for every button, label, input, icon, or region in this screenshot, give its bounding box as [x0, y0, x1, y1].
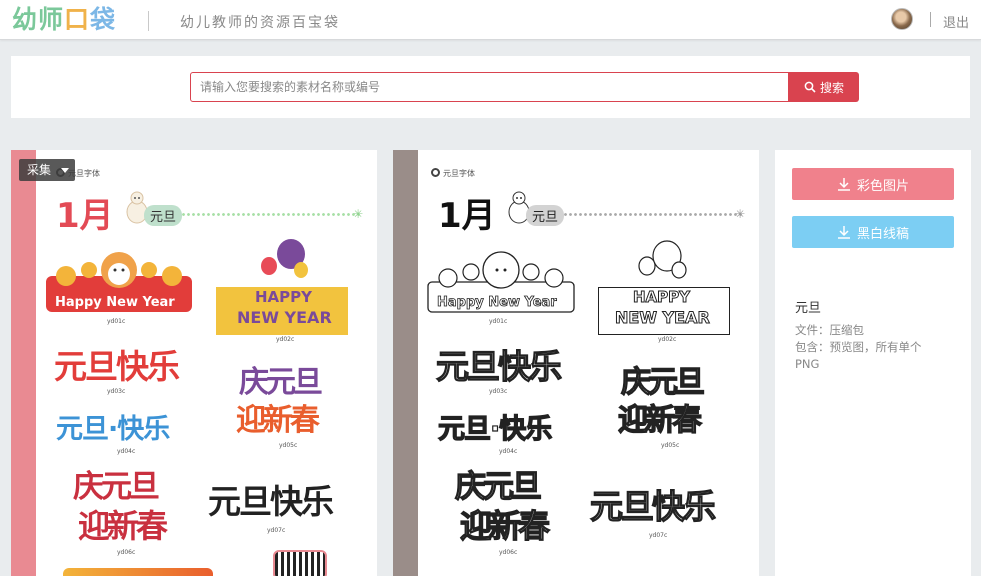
- chevron-down-icon: [61, 168, 69, 173]
- line-qing-yuandan-2-sticker: 庆元旦: [454, 469, 542, 505]
- line-yuandan-chip: 元旦: [526, 205, 565, 226]
- line-balloons-icon: [638, 240, 687, 279]
- download-color-button[interactable]: 彩色图片: [792, 168, 954, 200]
- code-yd07c: yd07c: [267, 527, 286, 534]
- line-yuandan-dots-sticker: 元旦·快乐: [437, 414, 552, 445]
- line-code-yd03c: yd03c: [489, 388, 508, 395]
- download-line-label: 黑白线稿: [856, 226, 909, 242]
- happy-sticker: HAPPY: [255, 288, 313, 306]
- line-sparkle-icon: ✳: [735, 207, 746, 221]
- line-happy-new-year-sticker: Happy New Year: [437, 295, 558, 310]
- line-month-label: 1月: [438, 196, 496, 236]
- ying-xinchun-2-sticker: 迎新春: [78, 507, 168, 545]
- logo-part-2: 口: [64, 5, 91, 34]
- line-code-yd02c: yd02c: [658, 336, 677, 343]
- code-yd01c: yd01c: [107, 318, 126, 325]
- download-color-label: 彩色图片: [856, 178, 909, 194]
- month-label: 1月: [56, 196, 114, 236]
- code-yd05c: yd05c: [279, 442, 298, 449]
- ying-xinchun-sticker: 迎新春: [236, 403, 320, 438]
- download-line-button[interactable]: 黑白线稿: [792, 216, 954, 248]
- badge-icon: [431, 168, 440, 177]
- logo-divider: [148, 11, 149, 31]
- line-code-yd05c: yd05c: [661, 442, 680, 449]
- yuandan-kuaile-sticker: 元旦快乐: [54, 347, 180, 386]
- line-happy-sticker: HAPPY: [632, 288, 691, 306]
- qing-yuandan-sticker: 庆元旦: [239, 365, 323, 400]
- search-icon: [804, 81, 816, 93]
- new-year-sticker: NEW YEAR: [237, 308, 332, 327]
- qing-yuandan-2-sticker: 庆元旦: [73, 469, 160, 505]
- dotted-divider: [181, 213, 361, 216]
- collect-button[interactable]: 采集: [19, 159, 75, 181]
- resource-title: 元旦: [795, 301, 822, 316]
- line-qing-yuandan-sticker: 庆元旦: [620, 365, 705, 400]
- balloons-icon: [261, 239, 308, 278]
- line-ying-xinchun-2-sticker: 迎新春: [459, 507, 550, 545]
- line-ying-xinchun-sticker: 迎新春: [617, 403, 702, 438]
- line-yuandan-kuaile-sticker: 元旦快乐: [435, 347, 562, 386]
- happy-new-year-sticker: Happy New Year: [55, 295, 175, 310]
- line-code-yd06c: yd06c: [499, 549, 518, 556]
- download-icon: [837, 178, 850, 191]
- line-code-yd04c: yd04c: [499, 448, 518, 455]
- download-icon: [837, 226, 850, 239]
- resource-file-type: 文件：压缩包: [795, 323, 864, 337]
- code-yd03c: yd03c: [107, 388, 126, 395]
- yuandan-chip: 元旦: [144, 205, 183, 226]
- site-tagline: 幼儿教师的资源百宝袋: [180, 15, 340, 31]
- color-preview-strip: [11, 150, 36, 576]
- yuandan-dots-sticker: 元旦·快乐: [56, 414, 170, 445]
- logo-part-3: 袋: [90, 5, 117, 34]
- logout-link[interactable]: 退出: [943, 12, 969, 31]
- code-yd04c: yd04c: [117, 448, 136, 455]
- search-input[interactable]: [190, 72, 789, 102]
- yuandan-kuaile-2-sticker: 元旦快乐: [208, 482, 334, 521]
- resource-contents: 包含：预览图，所有单个PNG: [795, 340, 922, 371]
- color-preview-card[interactable]: 采集 元旦字体 1月 元旦 ✳ Happy New Year yd01c HAP…: [11, 150, 377, 576]
- line-yuandan-kuaile-2-sticker: 元旦快乐: [589, 487, 716, 526]
- line-preview-font-title: 元旦字体: [431, 168, 475, 179]
- collect-button-label: 采集: [27, 163, 52, 177]
- site-logo[interactable]: 幼师口袋: [12, 5, 116, 35]
- qr-code-icon: [273, 550, 327, 576]
- line-preview-card[interactable]: 元旦字体 1月 元旦 ✳ Happy New Year yd01c HAPPY …: [393, 150, 759, 576]
- sparkle-icon: ✳: [353, 207, 364, 221]
- code-yd06c: yd06c: [117, 549, 136, 556]
- user-avatar[interactable]: [891, 8, 913, 30]
- line-new-year-sticker: NEW YEAR: [615, 308, 711, 327]
- line-code-yd07c: yd07c: [649, 532, 668, 539]
- top-header: 幼师口袋 幼儿教师的资源百宝袋 退出: [0, 0, 981, 40]
- user-divider: [930, 12, 931, 27]
- code-yd02c: yd02c: [276, 336, 295, 343]
- search-button-label: 搜索: [819, 80, 844, 95]
- partial-bottom-sticker: [63, 568, 213, 576]
- line-code-yd01c: yd01c: [489, 318, 508, 325]
- search-button[interactable]: 搜索: [789, 72, 859, 102]
- line-preview-strip: [393, 150, 418, 576]
- resource-sidebar: 彩色图片 黑白线稿 元旦 文件：压缩包 包含：预览图，所有单个PNG: [775, 150, 971, 576]
- logo-part-1: 幼师: [12, 5, 65, 34]
- line-dotted-divider: [563, 213, 743, 216]
